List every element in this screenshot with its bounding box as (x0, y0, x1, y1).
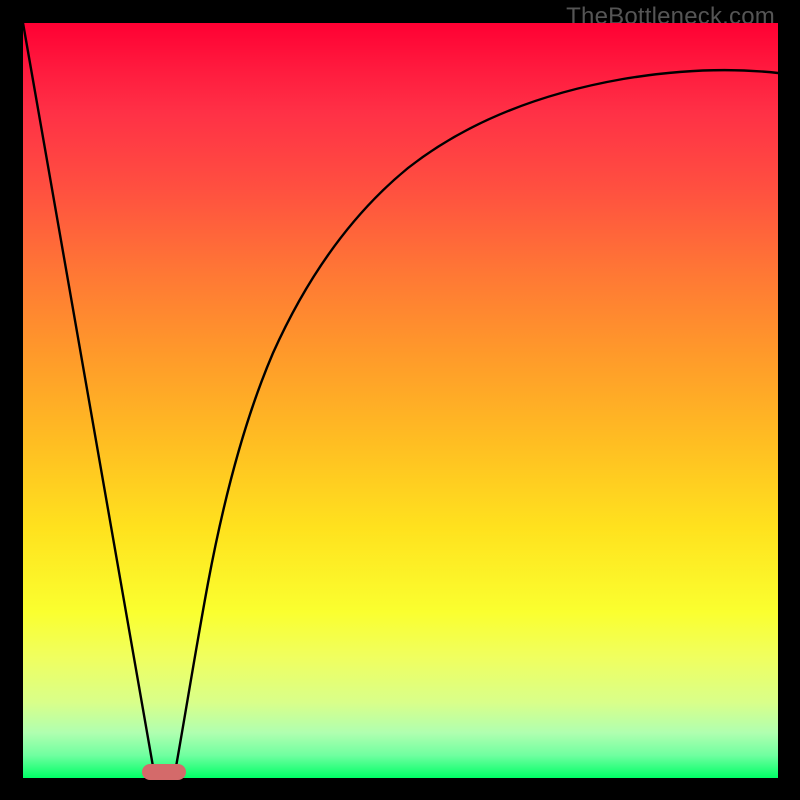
curve-layer (23, 23, 778, 778)
chart-frame: TheBottleneck.com (0, 0, 800, 800)
min-marker (142, 764, 186, 780)
plot-area (23, 23, 778, 778)
curve-left-descent (23, 23, 155, 778)
curve-right-ascent (174, 70, 778, 778)
